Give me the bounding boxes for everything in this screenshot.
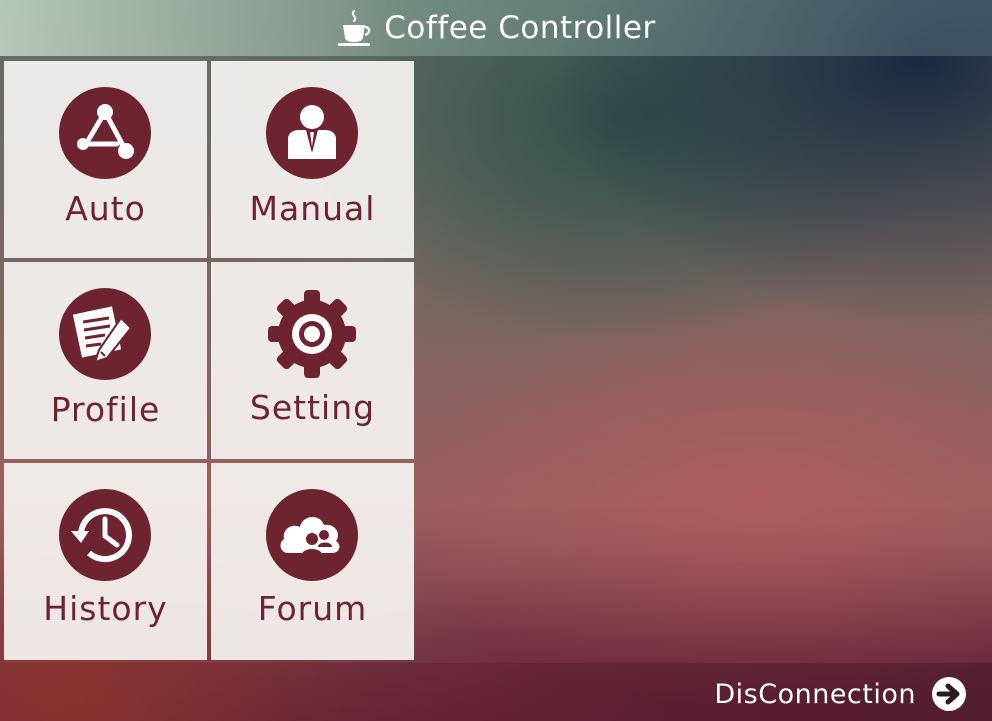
tile-label-profile: Profile [50, 390, 161, 429]
tile-setting[interactable]: Setting [211, 262, 414, 459]
gear-icon [268, 290, 356, 378]
tile-auto[interactable]: Auto [4, 61, 207, 258]
tile-manual[interactable]: Manual [211, 61, 414, 258]
main-menu-grid: Auto Manual Profile Setting History Foru… [4, 61, 414, 660]
history-clock-icon [59, 489, 151, 581]
auto-network-icon [59, 87, 151, 179]
arrow-right-circle-icon [932, 677, 966, 711]
tile-label-auto: Auto [65, 189, 146, 228]
tile-history[interactable]: History [4, 463, 207, 660]
tile-forum[interactable]: Forum [211, 463, 414, 660]
coffee-cup-icon [338, 10, 371, 46]
disconnect-button[interactable]: DisConnection [714, 675, 968, 713]
manual-person-icon [266, 87, 358, 179]
tile-label-forum: Forum [257, 589, 368, 628]
profile-edit-icon [59, 288, 151, 380]
disconnect-label: DisConnection [714, 678, 916, 710]
footer-bar: DisConnection [0, 663, 992, 721]
tile-label-setting: Setting [249, 388, 376, 427]
tile-label-manual: Manual [249, 189, 376, 228]
app-title: Coffee Controller [384, 10, 656, 46]
tile-profile[interactable]: Profile [4, 262, 207, 459]
title-bar: Coffee Controller [0, 0, 992, 56]
forum-cloud-icon [266, 489, 358, 581]
tile-label-history: History [43, 589, 168, 628]
